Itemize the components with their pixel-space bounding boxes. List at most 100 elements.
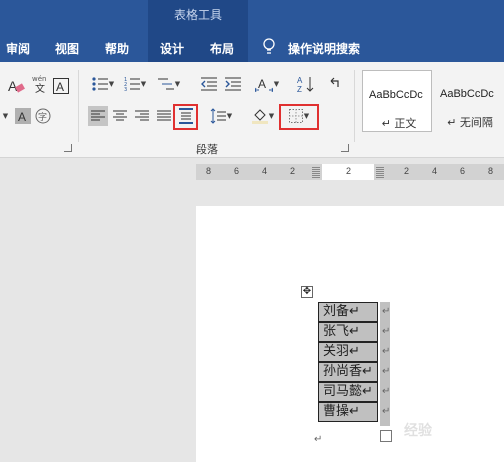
increase-indent-button[interactable] [222,74,244,94]
tab-layout[interactable]: 布局 [210,40,234,57]
eraser-icon: A [8,78,25,94]
clear-formatting-button[interactable]: A [4,76,28,96]
row-end-mark: ↵ [382,406,391,417]
paragraph-dialog-launcher[interactable] [341,144,349,152]
svg-text:A: A [56,80,64,94]
horizontal-ruler[interactable]: 8 6 4 2 2 2 4 6 8 [196,164,504,180]
align-right-button[interactable] [132,106,152,126]
multilevel-list-button[interactable]: ▼ [154,74,184,94]
line-spacing-icon [210,108,226,124]
row-end-mark: ↵ [382,346,391,357]
style-sample: AaBbCcDc [440,88,494,100]
decrease-indent-button[interactable] [198,74,220,94]
phonetic-guide-button[interactable]: wén 文 [30,74,50,94]
ruler-label: 6 [234,166,240,176]
ruler-label: 8 [206,166,212,176]
multilevel-list-icon [157,78,174,90]
ruler-label: 2 [404,166,410,176]
decrease-indent-icon [201,77,217,91]
svg-text:文: 文 [35,82,45,94]
document-page[interactable]: ✥ 刘备↵ 张飞↵ 关羽↵ 孙尚香↵ 司马懿↵ 曹操↵ ↵ ↵ ↵ ↵ ↵ ↵ … [196,206,504,462]
svg-text:A: A [8,78,18,94]
ruler-column-marker[interactable] [312,166,320,178]
lightbulb-icon[interactable] [262,38,276,56]
character-spacing-button[interactable]: A ▼ [252,74,282,94]
align-right-icon [135,110,149,121]
ruler-label: 8 [488,166,494,176]
highlight-box-distributed [173,104,198,130]
align-center-button[interactable] [110,106,130,126]
ruler-label: 2 [346,166,352,176]
ruler-column-marker[interactable] [376,166,384,178]
sort-icon: A Z [297,76,314,93]
align-center-icon [113,110,127,121]
tell-me-search[interactable]: 操作说明搜索 [288,40,360,57]
context-group-title: 表格工具 [173,8,222,22]
table-cell[interactable]: 刘备↵ [318,302,378,322]
justify-button[interactable] [154,106,174,126]
style-no-spacing[interactable]: AaBbCcDc ↵ 无间隔 [434,70,504,132]
row-end-mark: ↵ [382,326,391,337]
table-cell[interactable]: 关羽↵ [318,342,378,362]
tab-view[interactable]: 视图 [55,40,79,57]
style-name: ↵ 无间隔 [447,116,493,129]
font-color-dropdown[interactable]: ▼ [0,106,10,126]
tab-review[interactable]: 审阅 [6,40,30,57]
ruler-label: 6 [460,166,466,176]
align-left-button[interactable] [88,106,108,126]
character-shading-icon: A [15,108,31,124]
table-resize-handle[interactable] [380,430,392,442]
paragraph-group-label: 段落 [196,143,218,156]
show-formatting-marks-button[interactable] [326,74,342,94]
character-spacing-icon: A [254,77,273,92]
table-cell[interactable]: 孙尚香↵ [318,362,378,382]
svg-text:A: A [258,77,266,91]
tab-design[interactable]: 设计 [160,40,184,57]
table-cell[interactable]: 曹操↵ [318,402,378,422]
numbering-button[interactable]: 1 2 3 ▼ [120,74,150,94]
table-move-handle[interactable]: ✥ [301,286,313,298]
styles-gallery: AaBbCcDc ↵ 正文 AaBbCcDc ↵ 无间隔 [362,70,504,132]
row-end-mark: ↵ [382,366,391,377]
bullets-icon [92,77,108,91]
svg-text:3: 3 [124,87,127,91]
row-end-mark: ↵ [382,306,391,317]
font-dialog-launcher[interactable] [64,144,72,152]
svg-text:字: 字 [38,111,47,123]
highlight-box-borders [279,104,319,130]
phonetic-guide-icon: wén 文 [32,75,46,94]
character-border-icon: A [53,78,69,94]
group-separator [78,70,79,142]
increase-indent-icon [225,77,241,91]
align-left-icon [91,110,105,121]
svg-text:A: A [297,76,303,85]
style-name: ↵ 正文 [381,117,417,130]
bullets-button[interactable]: ▼ [88,74,118,94]
ruler-label: 4 [432,166,438,176]
ruler-label: 2 [290,166,296,176]
enclose-characters-icon: 字 [35,108,51,124]
justify-icon [157,110,171,121]
watermark: 经验 [404,423,432,439]
svg-text:A: A [18,110,26,124]
character-shading-button[interactable]: A [14,106,32,126]
paint-bucket-icon [251,109,268,124]
sort-button[interactable]: A Z [296,74,316,94]
ruler-label: 4 [262,166,268,176]
svg-text:wén: wén [32,75,46,83]
tab-help[interactable]: 帮助 [105,40,129,57]
paragraph-mark: ↵ [314,434,323,445]
line-spacing-button[interactable]: ▼ [206,106,236,126]
shading-button[interactable]: ▼ [248,106,278,126]
table-cell[interactable]: 司马懿↵ [318,382,378,402]
style-normal[interactable]: AaBbCcDc ↵ 正文 [362,70,432,132]
character-border-button[interactable]: A [52,76,70,96]
row-end-mark: ↵ [382,386,391,397]
ribbon: A wén 文 A ▼ A 字 ▼ 1 2 3 ▼ ▼ A ▼ A Z ▼ ▼ … [0,62,504,158]
svg-text:Z: Z [297,85,302,93]
enclose-characters-button[interactable]: 字 [34,106,52,126]
pilcrow-icon [330,77,339,87]
style-sample: AaBbCcDc [369,89,423,101]
numbering-icon: 1 2 3 [124,77,140,91]
table-cell[interactable]: 张飞↵ [318,322,378,342]
